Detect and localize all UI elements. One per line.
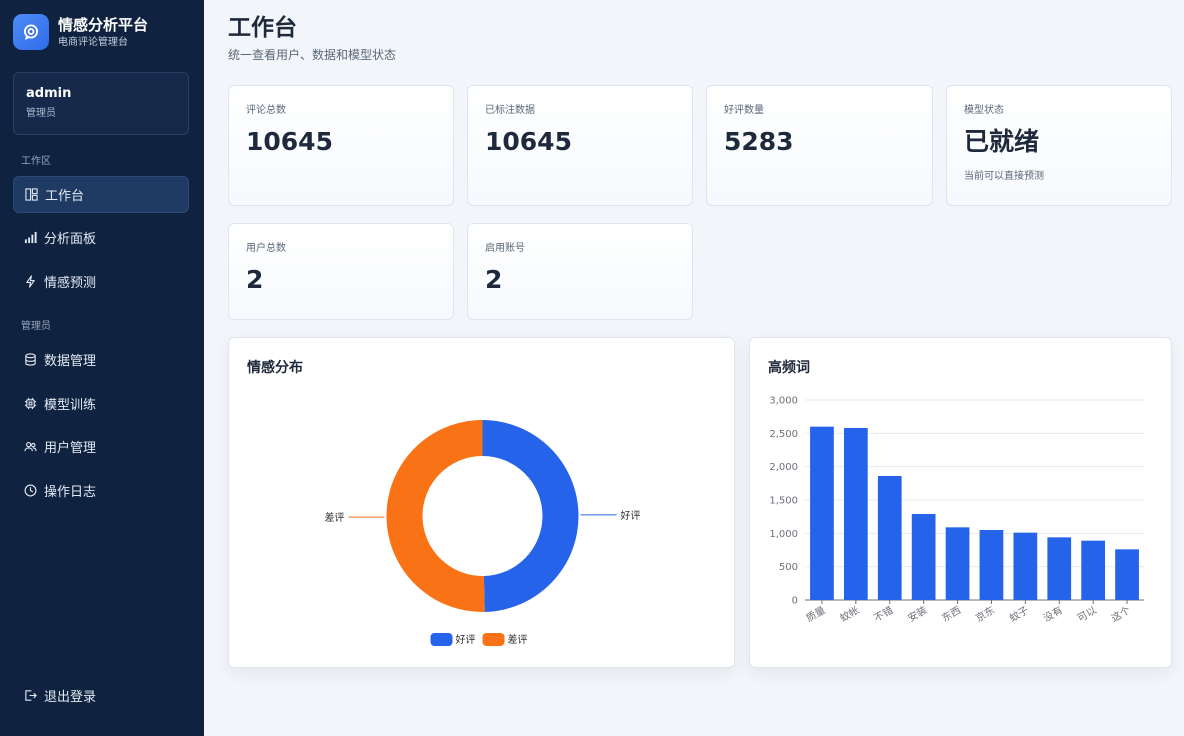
nav-section-admin: 管理员	[21, 321, 51, 332]
nav-item-label: 情感预测	[44, 276, 97, 291]
stat-card-labeled-data: 已标注数据 10645	[467, 85, 693, 206]
x-tick-label-0: 质量	[804, 604, 827, 624]
users-icon	[23, 440, 37, 454]
nav-item-dashboard[interactable]: 工作台	[13, 176, 189, 213]
x-tick-label-9: 这个	[1109, 603, 1133, 624]
dashboard-icon	[24, 188, 38, 202]
y-tick-label-6: 3,000	[769, 396, 798, 407]
bar-2	[877, 476, 902, 600]
logout-label: 退出登录	[44, 690, 97, 705]
top-words-panel: 高频词 0 500 1,000 1,500 2,000 2,500 3,000 质量 蚊帐 不错安…	[749, 337, 1172, 668]
nav-item-label: 分析面板	[44, 232, 97, 247]
user-name: admin	[26, 86, 72, 101]
user-role: 管理员	[26, 108, 56, 119]
stat-label: 好评数量	[724, 105, 764, 116]
y-tick-label-4: 2,000	[769, 462, 798, 473]
stat-value: 5283	[724, 127, 794, 156]
chat-bubble-icon	[13, 14, 49, 50]
top-words-bar-chart: 0 500 1,000 1,500 2,000 2,500 3,000 质量 蚊帐 不错 安装 东西京…	[769, 396, 1144, 625]
x-tick-label-6: 蚊子	[1007, 603, 1031, 624]
legend-label-1[interactable]: 差评	[508, 633, 528, 646]
stat-value: 已就绪	[964, 127, 1040, 156]
pie-slice-0	[482, 420, 579, 612]
database-icon	[23, 353, 37, 367]
stat-note: 当前可以直接预测	[964, 171, 1044, 182]
x-tick-label-2: 不错	[871, 603, 895, 624]
nav-item-label: 模型训练	[44, 398, 97, 413]
y-tick-label-0: 0	[792, 596, 798, 607]
brand-subtitle: 电商评论管理台	[58, 36, 128, 48]
legend-swatch-0[interactable]	[430, 633, 453, 646]
bar-1	[843, 428, 868, 600]
nav-item-data[interactable]: 数据管理	[13, 341, 189, 378]
stat-label: 启用账号	[485, 243, 525, 254]
x-tick-label-3: 安装	[905, 603, 929, 624]
user-card: admin 管理员	[13, 72, 189, 135]
bar-chart-icon	[23, 231, 37, 245]
nav-item-users[interactable]: 用户管理	[13, 428, 189, 465]
sidebar: 情感分析平台 电商评论管理台 admin 管理员 工作区 工作台 分析面板 情感…	[0, 0, 204, 736]
x-tick-label-4: 东西	[939, 603, 963, 624]
stat-card-positive-count: 好评数量 5283	[706, 85, 933, 206]
x-tick-label-8: 可以	[1076, 605, 1099, 625]
bar-4	[945, 527, 970, 600]
nav-item-label: 用户管理	[44, 441, 97, 456]
sentiment-donut-chart: 好评差评好评 差评	[325, 420, 640, 646]
bar-7	[1047, 537, 1072, 600]
legend-swatch-1[interactable]	[482, 633, 505, 646]
page-title: 工作台	[228, 15, 297, 41]
nav-item-analysis[interactable]: 分析面板	[13, 219, 189, 256]
y-tick-label-2: 1,000	[769, 529, 798, 540]
stat-value: 10645	[485, 127, 572, 156]
logout-button[interactable]: 退出登录	[13, 677, 189, 714]
stat-value: 2	[246, 265, 264, 294]
x-tick-label-1: 蚊帐	[838, 603, 862, 624]
page-subtitle: 统一查看用户、数据和模型状态	[228, 48, 397, 62]
bar-3	[911, 514, 936, 600]
brand-title: 情感分析平台	[58, 15, 149, 34]
legend-label-0[interactable]: 好评	[456, 634, 476, 646]
stat-card-total-users: 用户总数 2	[228, 223, 454, 320]
nav-item-training[interactable]: 模型训练	[13, 385, 189, 422]
x-tick-label-7: 没有	[1041, 603, 1065, 624]
nav-item-label: 数据管理	[44, 354, 97, 369]
bar-0	[810, 426, 834, 600]
stat-card-model-status: 模型状态 已就绪 当前可以直接预测	[946, 85, 1172, 206]
clock-icon	[23, 484, 37, 498]
y-tick-label-3: 1,500	[769, 496, 798, 507]
stat-card-total-reviews: 评论总数 10645	[228, 85, 454, 206]
nav-item-predict[interactable]: 情感预测	[13, 263, 189, 300]
brand: 情感分析平台 电商评论管理台	[13, 14, 148, 50]
nav-section-work: 工作区	[21, 156, 51, 167]
y-tick-label-5: 2,500	[769, 429, 798, 440]
nav-item-logs[interactable]: 操作日志	[13, 472, 189, 509]
pie-label-0: 好评	[620, 510, 640, 522]
nav-item-label: 操作日志	[44, 485, 97, 500]
stat-label: 评论总数	[246, 105, 286, 116]
stat-label: 已标注数据	[485, 105, 535, 116]
pie-slice-1	[386, 420, 485, 612]
stat-card-active-accounts: 启用账号 2	[467, 223, 693, 320]
bar-5	[979, 530, 1004, 600]
logout-icon	[23, 689, 37, 703]
stat-value: 10645	[246, 127, 333, 156]
stat-label: 模型状态	[964, 105, 1004, 116]
x-tick-label-5: 京东	[973, 603, 997, 624]
pie-label-1: 差评	[325, 511, 345, 524]
bar-9	[1115, 549, 1139, 600]
nav-item-label: 工作台	[45, 189, 85, 204]
stat-value: 2	[485, 265, 503, 294]
y-tick-label-1: 500	[779, 562, 798, 573]
lightning-icon	[23, 275, 37, 289]
sentiment-distribution-panel: 情感分布 好评 差评 好评 差评	[228, 337, 735, 668]
bar-8	[1081, 540, 1106, 600]
chip-icon	[23, 397, 37, 411]
bar-6	[1013, 532, 1038, 600]
stat-label: 用户总数	[246, 243, 286, 254]
